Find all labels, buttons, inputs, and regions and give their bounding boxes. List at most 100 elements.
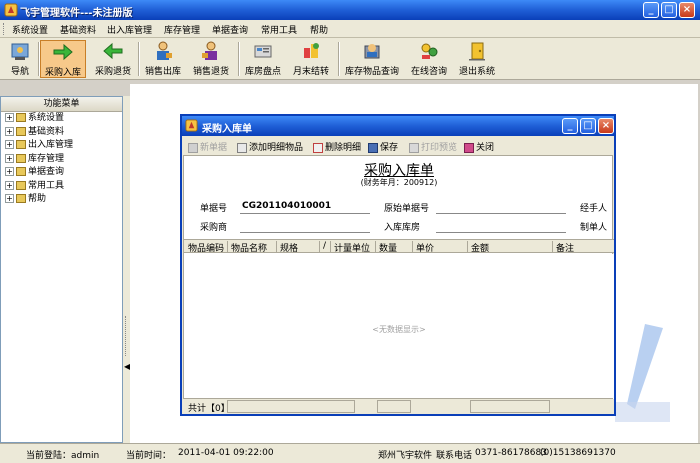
toolbar-month-end-button[interactable]: 月末结转 <box>290 40 332 78</box>
dialog-toolbar: 新单据 添加明细物品 删除明细 保存 打印预览 关闭 <box>182 136 614 155</box>
toolbar-label: 月末结转 <box>292 67 329 77</box>
col-quantity[interactable]: 数量 <box>377 241 413 254</box>
doc-no-field[interactable]: CG201104010001 <box>242 201 331 211</box>
toolbar-label: 导航 <box>10 67 29 77</box>
supplier-field[interactable] <box>240 232 370 233</box>
tree-item-document-query[interactable]: + 单据查询 <box>1 166 122 180</box>
exit-icon <box>469 42 485 61</box>
add-detail-item-button[interactable]: 添加明细物品 <box>237 140 303 153</box>
new-document-label: 新单据 <box>200 143 228 153</box>
main-title-bar[interactable]: 飞宇管理软件---未注册版 _ □ × <box>0 0 700 20</box>
folder-icon <box>16 153 26 163</box>
dialog-close-button[interactable]: × <box>598 118 614 134</box>
dialog-minimize-button[interactable]: _ <box>562 118 578 134</box>
online-chat-icon <box>421 43 438 59</box>
col-divider: / <box>321 241 331 253</box>
delete-detail-button[interactable]: 删除明细 <box>313 140 361 153</box>
tree-item-common-tools[interactable]: + 常用工具 <box>1 180 122 194</box>
warehouse-field[interactable] <box>436 232 566 233</box>
stocktake-icon <box>254 45 272 58</box>
col-item-code[interactable]: 物品编码 <box>186 241 228 254</box>
new-document-icon <box>188 142 198 153</box>
toolbar-purchase-in-button[interactable]: 采购入库 <box>40 40 86 78</box>
minimize-button[interactable]: _ <box>643 2 659 18</box>
menu-help[interactable]: 帮助 <box>310 23 328 36</box>
tree-item-label: 单据查询 <box>28 167 65 177</box>
delete-icon <box>313 142 323 153</box>
doc-no-underline <box>240 213 370 214</box>
tree-item-help[interactable]: + 帮助 <box>1 193 122 207</box>
expand-icon[interactable]: + <box>5 180 14 190</box>
tree-item-inventory-management[interactable]: + 库存管理 <box>1 153 122 167</box>
navigation-icon <box>11 43 29 60</box>
expand-icon[interactable]: + <box>5 140 14 149</box>
detail-grid-header: 物品编码 物品名称 规格 / 计量单位 数量 单价 金额 备注 <box>184 239 614 254</box>
expand-icon[interactable]: + <box>5 113 14 122</box>
new-document-button[interactable]: 新单据 <box>188 140 227 153</box>
sales-return-icon <box>202 41 217 60</box>
toolbar-sales-return-button[interactable]: 销售退货 <box>190 40 232 78</box>
col-amount[interactable]: 金额 <box>469 241 553 254</box>
col-unit[interactable]: 计量单位 <box>332 241 376 254</box>
col-spec[interactable]: 规格 <box>278 241 320 254</box>
current-time-label: 当前时间： <box>126 451 172 461</box>
toolbar-separator <box>138 42 140 76</box>
warehouse-label: 入库库房 <box>384 223 421 233</box>
tree-item-system-settings[interactable]: + 系统设置 <box>1 112 122 126</box>
print-preview-button[interactable]: 打印预览 <box>409 140 457 153</box>
orig-no-field[interactable] <box>436 213 566 214</box>
menu-inventory-management[interactable]: 库存管理 <box>164 23 200 36</box>
expand-icon[interactable]: + <box>5 126 14 136</box>
tree-item-basic-data[interactable]: + 基础资料 <box>1 126 122 140</box>
toolbar-purchase-return-button[interactable]: 采购退货 <box>90 40 136 78</box>
function-menu-header: 功能菜单 <box>1 97 122 112</box>
tree-item-label: 基础资料 <box>28 126 65 137</box>
save-button[interactable]: 保存 <box>368 140 398 153</box>
menu-common-tools[interactable]: 常用工具 <box>261 23 297 36</box>
total-count: 共计【0】 <box>188 404 230 414</box>
menu-document-query[interactable]: 单据查询 <box>212 23 248 36</box>
menu-system-settings[interactable]: 系统设置 <box>12 23 48 36</box>
dialog-close-toolbar-button[interactable]: 关闭 <box>464 140 494 153</box>
close-button[interactable]: × <box>679 2 695 18</box>
save-label: 保存 <box>380 143 399 153</box>
expand-icon[interactable]: + <box>5 167 14 176</box>
toolbar-inventory-query-button[interactable]: 库存物品查询 <box>342 40 402 78</box>
toolbar-separator <box>338 42 340 76</box>
menu-grip <box>3 23 6 35</box>
current-user: 当前登陆：admin <box>26 451 100 461</box>
expand-icon[interactable]: + <box>5 153 14 163</box>
toolbar-label: 库房盘点 <box>244 67 281 77</box>
col-item-name[interactable]: 物品名称 <box>229 241 277 254</box>
menu-inout-management[interactable]: 出入库管理 <box>107 23 152 36</box>
toolbar-label: 采购入库 <box>44 68 81 78</box>
save-icon <box>368 142 378 153</box>
print-preview-icon <box>409 142 419 153</box>
expand-icon[interactable]: + <box>5 194 14 203</box>
toolbar-sales-out-button[interactable]: 销售出库 <box>142 40 184 78</box>
purchase-return-icon <box>103 42 123 60</box>
tree-item-inout-management[interactable]: + 出入库管理 <box>1 139 122 153</box>
toolbar-stocktake-button[interactable]: 库房盘点 <box>242 40 284 78</box>
dialog-maximize-button[interactable]: □ <box>580 118 596 134</box>
toolbar-online-chat-button[interactable]: 在线咨询 <box>406 40 452 78</box>
tree-item-label: 出入库管理 <box>28 140 74 150</box>
menu-basic-data[interactable]: 基础资料 <box>60 23 96 36</box>
tree-item-label: 常用工具 <box>28 180 65 191</box>
toolbar-navigation-button[interactable]: 导航 <box>4 40 36 78</box>
purchase-receipt-dialog: 采购入库单 _ □ × 新单据 添加明细物品 删除明细 保存 打印预览 关闭 采… <box>180 114 616 416</box>
orig-no-label: 原始单据号 <box>384 204 430 214</box>
toolbar-label: 采购退货 <box>94 67 131 77</box>
toolbar-label: 库存物品查询 <box>344 67 399 77</box>
add-detail-item-label: 添加明细物品 <box>249 143 304 153</box>
col-unit-price[interactable]: 单价 <box>414 241 468 254</box>
panel-splitter[interactable]: ◀ <box>123 96 130 443</box>
maximize-button[interactable]: □ <box>661 2 677 18</box>
col-remark[interactable]: 备注 <box>554 241 612 254</box>
tree-item-label: 库存管理 <box>28 153 65 164</box>
function-menu-tree: + 系统设置 + 基础资料 + 出入库管理 + 库存管理 + 单据查询 + 常用工具 + 帮助 <box>1 112 122 207</box>
main-toolbar: 导航 采购入库 采购退货 销售出库 销售退货 库房盘点 月末结转 库存物品查询 … <box>0 38 700 80</box>
toolbar-exit-button[interactable]: 退出系统 <box>456 40 498 78</box>
month-end-icon <box>304 43 319 58</box>
dialog-title-bar[interactable]: 采购入库单 _ □ × <box>182 116 614 136</box>
